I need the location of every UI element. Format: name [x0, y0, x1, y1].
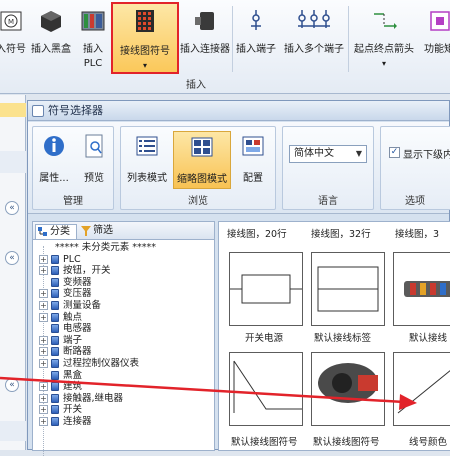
annotation-arrow — [0, 376, 417, 410]
